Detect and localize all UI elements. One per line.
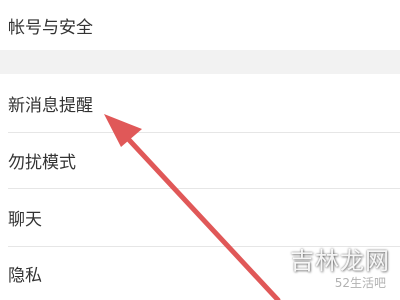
settings-item-new-message-alerts[interactable]: 新消息提醒 bbox=[0, 74, 400, 132]
settings-screen: 帐号与安全 新消息提醒 勿扰模式 聊天 隐私 吉林龙网 52生活吧 bbox=[0, 0, 400, 300]
section-separator bbox=[0, 50, 400, 74]
settings-item-privacy[interactable]: 隐私 bbox=[0, 247, 400, 300]
settings-item-label: 聊天 bbox=[8, 210, 42, 230]
settings-item-label: 帐号与安全 bbox=[8, 17, 93, 38]
settings-item-label: 新消息提醒 bbox=[8, 95, 93, 116]
settings-item-label: 隐私 bbox=[8, 266, 42, 286]
settings-item-account-security[interactable]: 帐号与安全 bbox=[0, 0, 400, 50]
settings-item-label: 勿扰模式 bbox=[8, 153, 76, 173]
settings-item-do-not-disturb[interactable]: 勿扰模式 bbox=[0, 133, 400, 188]
settings-item-chat[interactable]: 聊天 bbox=[0, 189, 400, 246]
